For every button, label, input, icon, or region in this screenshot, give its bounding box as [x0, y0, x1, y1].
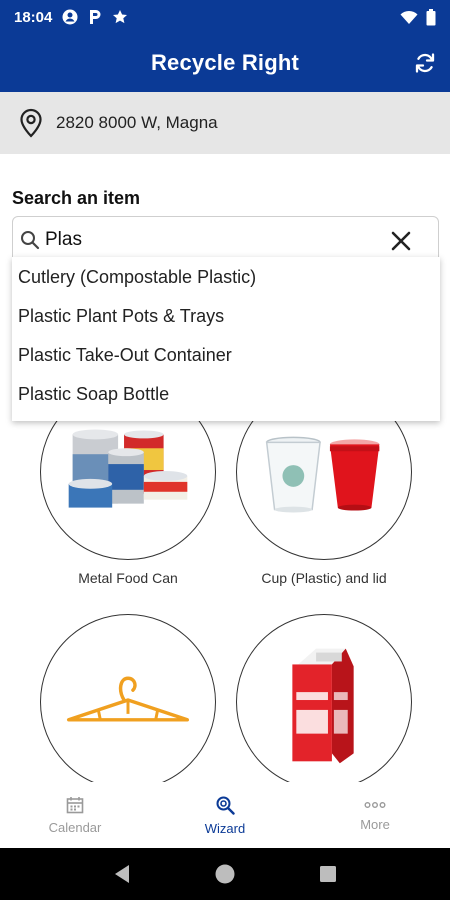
- screen: 18:04 Recycle Right 2820 8000 W, Magna S…: [0, 0, 450, 900]
- recents-button[interactable]: [308, 854, 348, 894]
- suggestion-item[interactable]: Cutlery (Compostable Plastic): [12, 259, 440, 298]
- recents-square-icon: [320, 866, 337, 882]
- back-triangle-icon: [114, 865, 129, 883]
- refresh-icon: [415, 53, 435, 73]
- search-label: Search an item: [12, 188, 141, 208]
- suggestion-item[interactable]: Plastic Plant Pots & Trays: [12, 298, 440, 337]
- item-image-circle[interactable]: [236, 614, 412, 790]
- home-button[interactable]: [205, 854, 245, 894]
- search-input[interactable]: [45, 229, 375, 251]
- nav-wizard-label: Wizard: [204, 820, 246, 836]
- nav-more[interactable]: More: [300, 782, 450, 848]
- close-icon: [391, 231, 411, 251]
- wizard-icon: [216, 796, 235, 815]
- status-bar: 18:04: [0, 0, 450, 34]
- status-time: 18:04: [14, 8, 53, 26]
- location-bar[interactable]: 2820 8000 W, Magna: [0, 92, 450, 154]
- more-icon: [364, 801, 386, 808]
- search-icon: [21, 231, 40, 250]
- clothes-hanger-image: [66, 676, 190, 722]
- nav-more-label: More: [360, 816, 390, 832]
- app-bar: Recycle Right: [0, 34, 450, 92]
- system-navigation-bar: [0, 848, 450, 900]
- nav-calendar[interactable]: Calendar: [0, 782, 150, 848]
- battery-icon: [426, 8, 436, 26]
- parking-icon: [88, 9, 102, 25]
- home-circle-icon: [215, 864, 235, 884]
- calendar-icon: [66, 796, 84, 813]
- item-milk-carton[interactable]: [236, 614, 412, 790]
- suggestion-dropdown: Cutlery (Compostable Plastic) Plastic Pl…: [12, 257, 440, 421]
- refresh-button[interactable]: [410, 48, 440, 78]
- bottom-navigation: Calendar Wizard More: [0, 782, 450, 848]
- item-label: Metal Food Can: [78, 570, 178, 586]
- item-image-circle[interactable]: [40, 614, 216, 790]
- location-address: 2820 8000 W, Magna: [56, 113, 218, 132]
- star-icon: [112, 9, 128, 25]
- nav-calendar-label: Calendar: [48, 819, 102, 835]
- nav-wizard[interactable]: Wizard: [150, 782, 300, 848]
- app-title: Recycle Right: [150, 50, 300, 75]
- milk-carton-image: [292, 648, 354, 764]
- wifi-icon: [400, 10, 418, 25]
- back-button[interactable]: [102, 854, 142, 894]
- location-pin-icon: [20, 108, 42, 138]
- clear-search-button[interactable]: [388, 228, 414, 254]
- suggestion-item[interactable]: Plastic Soap Bottle: [12, 376, 440, 415]
- account-circle-icon: [62, 9, 78, 25]
- item-label: Cup (Plastic) and lid: [261, 570, 387, 586]
- item-hanger[interactable]: [40, 614, 216, 790]
- suggestion-item[interactable]: Plastic Take-Out Container: [12, 337, 440, 376]
